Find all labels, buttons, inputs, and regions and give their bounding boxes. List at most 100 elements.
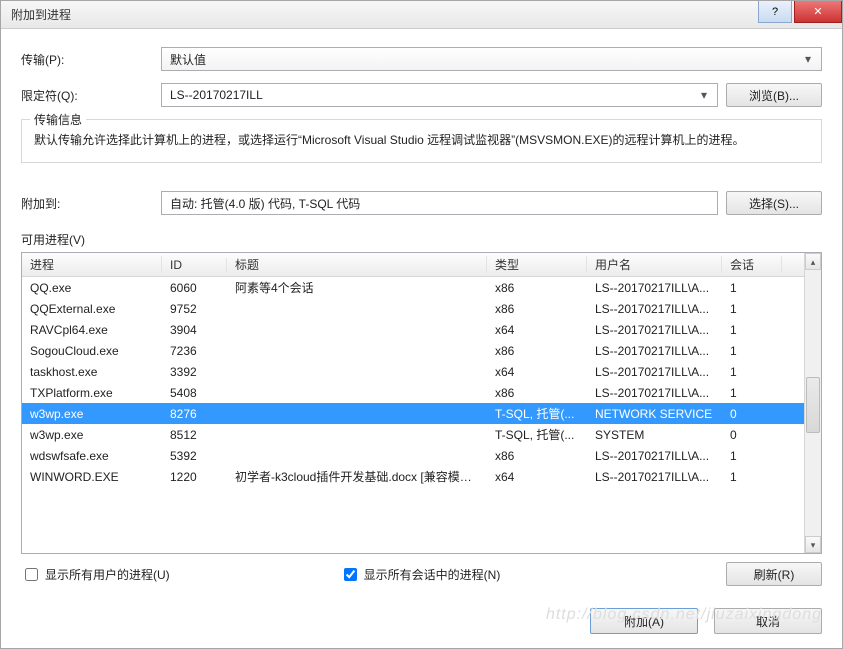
- transport-info-group: 传输信息 默认传输允许选择此计算机上的进程，或选择运行“Microsoft Vi…: [21, 119, 822, 163]
- transport-row: 传输(P): 默认值 ▾: [21, 47, 822, 71]
- table-cell: wdswfsafe.exe: [22, 449, 162, 463]
- table-row[interactable]: taskhost.exe3392x64LS--20170217ILL\A...1: [22, 361, 804, 382]
- transport-value: 默认值: [170, 51, 206, 68]
- table-cell: 1: [722, 386, 782, 400]
- show-all-users-check[interactable]: 显示所有用户的进程(U): [21, 565, 170, 584]
- table-cell: 6060: [162, 281, 227, 295]
- transport-combo[interactable]: 默认值 ▾: [161, 47, 822, 71]
- show-all-sessions-check[interactable]: 显示所有会话中的进程(N): [340, 565, 501, 584]
- table-cell: 9752: [162, 302, 227, 316]
- table-cell: QQ.exe: [22, 281, 162, 295]
- table-row[interactable]: RAVCpl64.exe3904 x64LS--20170217ILL\A...1: [22, 319, 804, 340]
- window-title: 附加到进程: [11, 6, 71, 23]
- table-cell: w3wp.exe: [22, 428, 162, 442]
- select-button[interactable]: 选择(S)...: [726, 191, 822, 215]
- qualifier-row: 限定符(Q): LS--20170217ILL ▾ 浏览(B)...: [21, 83, 822, 107]
- table-row[interactable]: wdswfsafe.exe5392x86LS--20170217ILL\A...…: [22, 445, 804, 466]
- options-row: 显示所有用户的进程(U) 显示所有会话中的进程(N) 刷新(R): [21, 562, 822, 586]
- window-buttons: ? ✕: [758, 1, 842, 23]
- table-cell: 5392: [162, 449, 227, 463]
- table-cell: x86: [487, 302, 587, 316]
- table-cell: 3904: [162, 323, 227, 337]
- table-cell: LS--20170217ILL\A...: [587, 449, 722, 463]
- scroll-track[interactable]: [805, 270, 821, 536]
- table-cell: x64: [487, 323, 587, 337]
- col-id[interactable]: ID: [162, 258, 227, 272]
- show-all-users-label: 显示所有用户的进程(U): [45, 566, 170, 583]
- table-cell: 1: [722, 323, 782, 337]
- col-type[interactable]: 类型: [487, 256, 587, 273]
- table-row[interactable]: QQ.exe6060阿素等4个会话x86LS--20170217ILL\A...…: [22, 277, 804, 298]
- dialog-content: 传输(P): 默认值 ▾ 限定符(Q): LS--20170217ILL ▾ 浏…: [1, 29, 842, 648]
- help-button[interactable]: ?: [758, 1, 792, 23]
- table-row[interactable]: w3wp.exe8276T-SQL, 托管(...NETWORK SERVICE…: [22, 403, 804, 424]
- table-cell: LS--20170217ILL\A...: [587, 365, 722, 379]
- vertical-scrollbar[interactable]: ▴ ▾: [804, 253, 821, 553]
- table-cell: 初学者-k3cloud插件开发基础.docx [兼容模式]...: [227, 468, 487, 485]
- scroll-down-icon[interactable]: ▾: [805, 536, 821, 553]
- table-cell: w3wp.exe: [22, 407, 162, 421]
- show-all-sessions-checkbox[interactable]: [344, 568, 357, 581]
- attachto-row: 附加到: 自动: 托管(4.0 版) 代码, T-SQL 代码 选择(S)...: [21, 191, 822, 215]
- table-cell: 1: [722, 344, 782, 358]
- dialog-window: 附加到进程 ? ✕ 传输(P): 默认值 ▾ 限定符(Q): LS--20170…: [0, 0, 843, 649]
- table-cell: LS--20170217ILL\A...: [587, 323, 722, 337]
- table-cell: LS--20170217ILL\A...: [587, 281, 722, 295]
- table-cell: 8276: [162, 407, 227, 421]
- show-all-users-checkbox[interactable]: [25, 568, 38, 581]
- table-cell: 7236: [162, 344, 227, 358]
- footer: 附加(A) 取消: [21, 586, 822, 634]
- available-processes-label: 可用进程(V): [21, 231, 822, 248]
- table-cell: taskhost.exe: [22, 365, 162, 379]
- table-cell: TXPlatform.exe: [22, 386, 162, 400]
- table-cell: SogouCloud.exe: [22, 344, 162, 358]
- table-cell: LS--20170217ILL\A...: [587, 344, 722, 358]
- process-table: 进程 ID 标题 类型 用户名 会话 QQ.exe6060阿素等4个会话x86L…: [21, 252, 822, 554]
- attachto-value: 自动: 托管(4.0 版) 代码, T-SQL 代码: [161, 191, 718, 215]
- table-cell: WINWORD.EXE: [22, 470, 162, 484]
- table-cell: 1: [722, 470, 782, 484]
- table-cell: 1: [722, 449, 782, 463]
- show-all-sessions-label: 显示所有会话中的进程(N): [364, 566, 501, 583]
- qualifier-combo[interactable]: LS--20170217ILL ▾: [161, 83, 718, 107]
- table-cell: QQExternal.exe: [22, 302, 162, 316]
- table-cell: x64: [487, 365, 587, 379]
- table-cell: 3392: [162, 365, 227, 379]
- col-process[interactable]: 进程: [22, 256, 162, 273]
- refresh-button[interactable]: 刷新(R): [726, 562, 822, 586]
- attachto-label: 附加到:: [21, 195, 161, 212]
- table-cell: 0: [722, 428, 782, 442]
- table-cell: 0: [722, 407, 782, 421]
- table-cell: 5408: [162, 386, 227, 400]
- table-cell: RAVCpl64.exe: [22, 323, 162, 337]
- chevron-down-icon: ▾: [695, 88, 713, 102]
- transport-label: 传输(P):: [21, 51, 161, 68]
- col-title[interactable]: 标题: [227, 256, 487, 273]
- scroll-up-icon[interactable]: ▴: [805, 253, 821, 270]
- table-cell: x86: [487, 281, 587, 295]
- table-cell: x86: [487, 344, 587, 358]
- table-row[interactable]: WINWORD.EXE1220初学者-k3cloud插件开发基础.docx [兼…: [22, 466, 804, 487]
- transport-info-legend: 传输信息: [30, 111, 86, 128]
- table-row[interactable]: TXPlatform.exe5408 x86LS--20170217ILL\A..…: [22, 382, 804, 403]
- cancel-button[interactable]: 取消: [714, 608, 822, 634]
- table-cell: x64: [487, 470, 587, 484]
- table-cell: 1220: [162, 470, 227, 484]
- table-row[interactable]: SogouCloud.exe7236 x86LS--20170217ILL\A..…: [22, 340, 804, 361]
- table-row[interactable]: w3wp.exe8512T-SQL, 托管(...SYSTEM0: [22, 424, 804, 445]
- attach-button[interactable]: 附加(A): [590, 608, 698, 634]
- table-cell: 1: [722, 281, 782, 295]
- table-cell: x86: [487, 386, 587, 400]
- close-button[interactable]: ✕: [794, 1, 842, 23]
- table-cell: T-SQL, 托管(...: [487, 426, 587, 443]
- col-session[interactable]: 会话: [722, 256, 782, 273]
- scroll-thumb[interactable]: [806, 377, 820, 433]
- browse-button[interactable]: 浏览(B)...: [726, 83, 822, 107]
- table-cell: NETWORK SERVICE: [587, 407, 722, 421]
- process-table-body[interactable]: 进程 ID 标题 类型 用户名 会话 QQ.exe6060阿素等4个会话x86L…: [22, 253, 804, 553]
- table-row[interactable]: QQExternal.exe9752x86LS--20170217ILL\A..…: [22, 298, 804, 319]
- col-user[interactable]: 用户名: [587, 256, 722, 273]
- table-cell: 阿素等4个会话: [227, 279, 487, 296]
- table-cell: LS--20170217ILL\A...: [587, 386, 722, 400]
- table-cell: LS--20170217ILL\A...: [587, 470, 722, 484]
